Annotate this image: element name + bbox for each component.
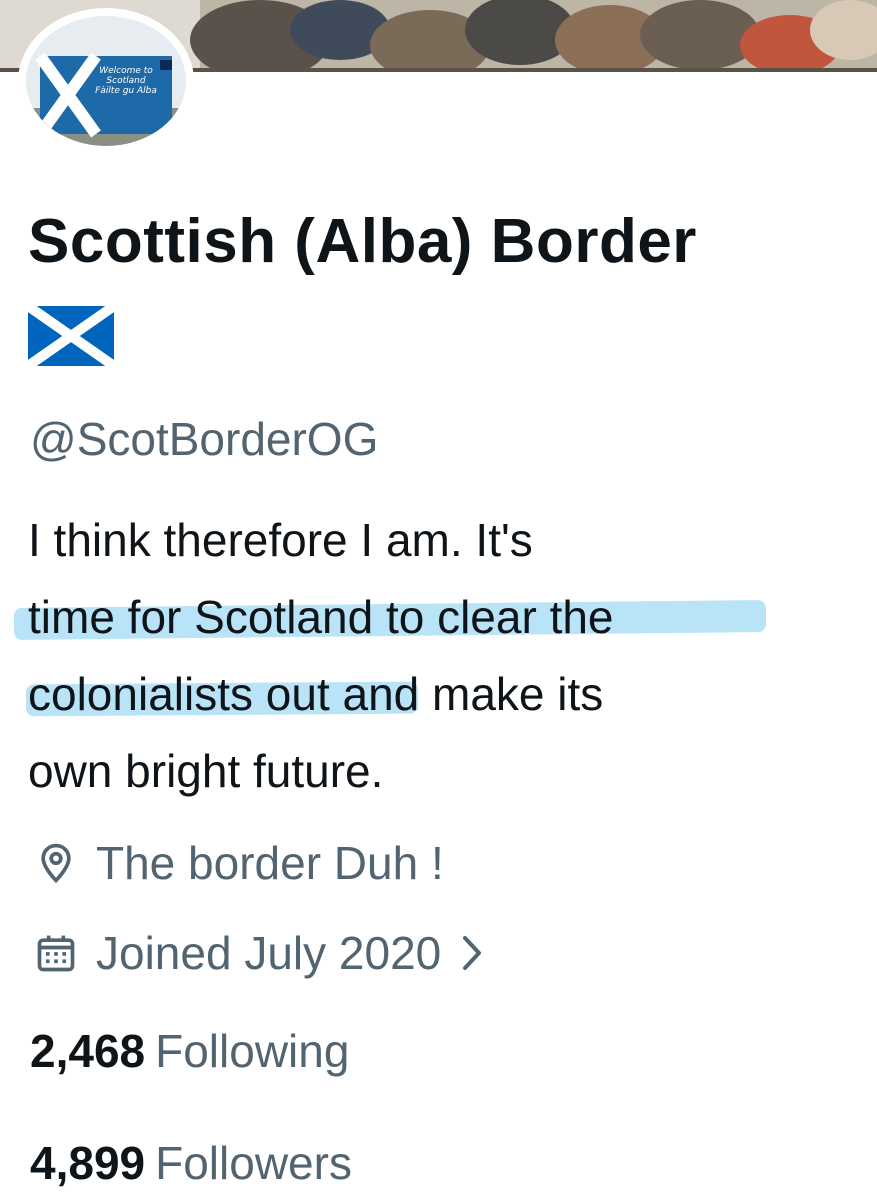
bio-line-2: time for Scotland to clear the	[28, 591, 614, 643]
avatar-sign-line-3: Fàilte gu Alba	[95, 86, 157, 96]
saltire-flag-icon	[28, 306, 114, 366]
avatar-sign-line-1: Welcome to	[99, 66, 153, 76]
user-handle: @ScotBorderOG	[30, 413, 379, 465]
profile-avatar[interactable]: Welcome to Scotland Fàilte gu Alba	[18, 8, 194, 154]
profile-location: The border Duh !	[34, 836, 444, 890]
profile-bio: I think therefore I am. It's time for Sc…	[28, 502, 848, 810]
chevron-right-icon[interactable]	[461, 934, 483, 972]
followers-stat[interactable]: 4,899 Followers	[30, 1136, 352, 1190]
following-label: Following	[155, 1025, 350, 1077]
bio-line-4: own bright future.	[28, 745, 384, 797]
bio-line-3: colonialists out and make its	[28, 668, 604, 720]
joined-text: Joined July 2020	[96, 927, 442, 979]
avatar-sign-line-2: Scotland	[106, 76, 146, 86]
followers-count: 4,899	[30, 1137, 146, 1189]
profile-joined[interactable]: Joined July 2020	[34, 926, 483, 980]
calendar-icon	[37, 935, 75, 972]
followers-label: Followers	[155, 1137, 352, 1189]
following-stat[interactable]: 2,468 Following	[30, 1024, 349, 1078]
location-text: The border Duh !	[96, 837, 444, 889]
location-pin-icon	[41, 843, 71, 884]
display-name: Scottish (Alba) Border	[28, 207, 697, 276]
following-count: 2,468	[30, 1025, 146, 1077]
bio-line-1: I think therefore I am. It's	[28, 514, 533, 566]
